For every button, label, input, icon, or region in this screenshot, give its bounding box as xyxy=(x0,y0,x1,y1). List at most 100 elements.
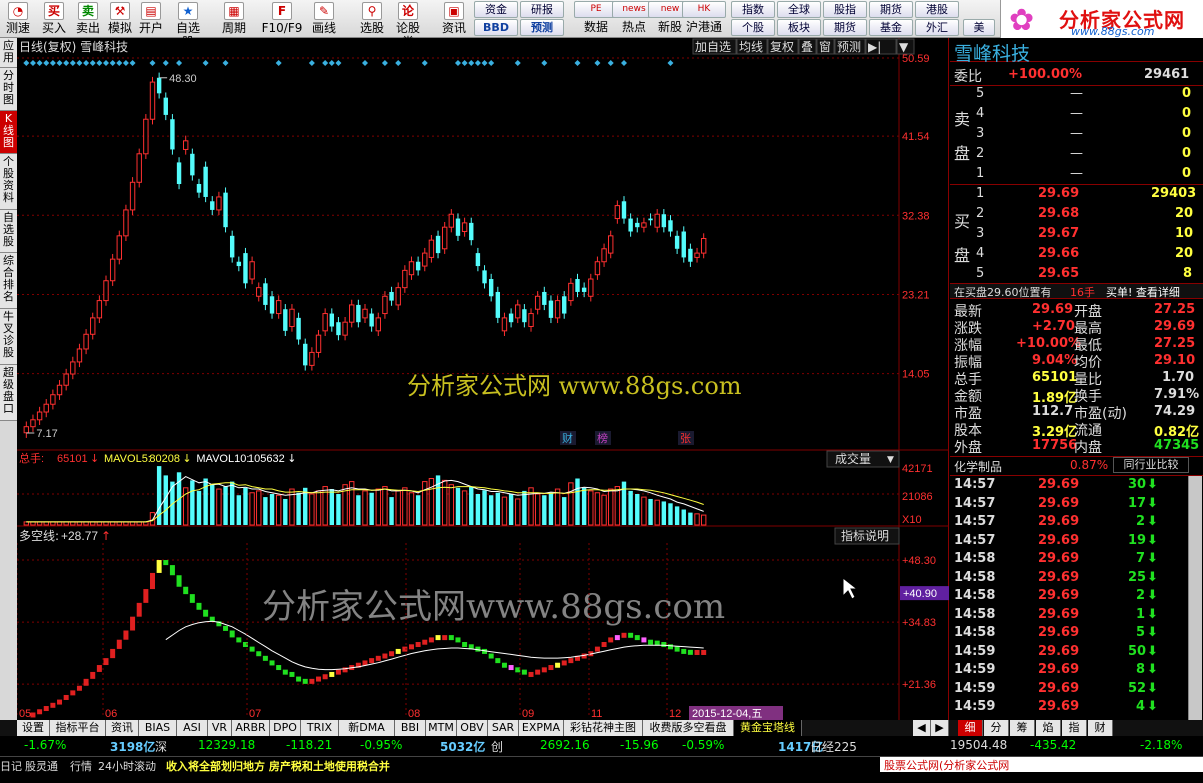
right-tab-5[interactable]: 财 xyxy=(1088,720,1113,736)
right-tab-4[interactable]: 指 xyxy=(1062,720,1087,736)
signal-diamond xyxy=(63,60,70,66)
toolbar-mid-bottom-0[interactable]: BBD xyxy=(474,19,518,36)
toolbar-button-11[interactable]: ▣ 资讯 xyxy=(438,0,470,38)
left-tab-0[interactable]: 应用 xyxy=(0,38,17,68)
candle xyxy=(375,317,381,332)
indicator-tab-2[interactable]: 资讯 xyxy=(106,720,139,736)
indicator-tab-10[interactable]: BBI xyxy=(395,720,426,736)
indicator-tab-11[interactable]: MTM xyxy=(426,720,457,736)
status-link-2[interactable]: 行情 xyxy=(70,758,92,774)
indicator-tab-8[interactable]: TRIX xyxy=(301,720,339,736)
tick-volume: 19 xyxy=(1128,532,1147,548)
status-link-0[interactable]: 日记 xyxy=(0,758,22,774)
toolbar-button-1[interactable]: 买买入 xyxy=(38,0,70,38)
news-headline[interactable]: 收入将全部划归地方 房产税和土地使用税合并 xyxy=(166,758,390,774)
indicator-tab-1[interactable]: 指标平台 xyxy=(50,720,106,736)
toolbar-button-7[interactable]: F F10/F9 xyxy=(258,0,306,38)
right-tab-1[interactable]: 分 xyxy=(984,720,1009,736)
indicator-tab-17[interactable]: 黄金宝塔线 xyxy=(734,720,802,736)
candle xyxy=(223,192,228,228)
signal-diamond xyxy=(541,60,548,66)
right-tab-0[interactable]: 细 xyxy=(958,720,983,736)
volume-bar xyxy=(654,499,660,526)
candle xyxy=(143,118,149,155)
left-tab-5[interactable]: 综合排名 xyxy=(0,253,17,309)
left-tab-2[interactable]: K线图 xyxy=(0,111,17,154)
signal-diamond xyxy=(43,60,50,66)
big-order-link[interactable]: 买单! 查看详细 xyxy=(1106,284,1180,300)
market-button-1-3[interactable]: 基金 xyxy=(869,19,913,36)
indicator-tab-14[interactable]: EXPMA xyxy=(519,720,564,736)
left-tab-4[interactable]: 自选股 xyxy=(0,210,17,253)
left-tab-7[interactable]: 超级盘口 xyxy=(0,365,17,421)
indicator-tab-6[interactable]: ARBR xyxy=(232,720,270,736)
volume-bar xyxy=(554,488,561,526)
market-button-1-4[interactable]: 外汇 xyxy=(915,19,959,36)
toolbar-button-2[interactable]: 卖卖出 xyxy=(72,0,104,38)
indicator-tab-0[interactable]: 设置 xyxy=(17,720,50,736)
market-button-0-0[interactable]: 指数 xyxy=(731,1,775,18)
market-button-1-1[interactable]: 板块 xyxy=(777,19,821,36)
indicator-tab-16[interactable]: 收费版多空看盘 xyxy=(643,720,734,736)
toolbar-mid-top-1[interactable]: 研报 xyxy=(520,1,564,18)
volume-bar xyxy=(229,481,235,525)
right-tab-2[interactable]: 筹 xyxy=(1010,720,1035,736)
market-button-0-2[interactable]: 股指 xyxy=(823,1,867,18)
candle xyxy=(315,334,322,353)
indicator-tab-4[interactable]: ASI xyxy=(177,720,208,736)
sector-compare-button[interactable]: 同行业比较 xyxy=(1113,457,1189,473)
indicator-tab-5[interactable]: VR xyxy=(208,720,232,736)
indicator-value: +28.77 xyxy=(61,529,98,543)
tower-block xyxy=(322,674,328,680)
market-button-0-1[interactable]: 全球 xyxy=(777,1,821,18)
right-ad[interactable]: 股票公式网(分析家公式网 xyxy=(880,757,1203,772)
toolbar-button-9[interactable]: ⚲ 选股 xyxy=(356,0,388,38)
toolbar-button-label: 模拟 xyxy=(107,21,132,35)
toolbar-button-10[interactable]: 论论股堂 xyxy=(392,0,424,49)
weicha-value: 29461 xyxy=(1144,67,1190,82)
indicator-tab-9[interactable]: 新DMA xyxy=(339,720,395,736)
candle xyxy=(329,313,334,327)
toolbar-mid-top-0[interactable]: 资金 xyxy=(474,1,518,18)
candle xyxy=(203,166,208,197)
toolbar-mid-top-5[interactable]: HK xyxy=(682,1,726,18)
toolbar-button-8[interactable]: ✎ 画线 xyxy=(308,0,340,38)
market-button-0-4[interactable]: 港股 xyxy=(915,1,959,18)
index-ticker-item: -2.18% xyxy=(1140,738,1183,752)
indicator-tab-7[interactable]: DPO xyxy=(270,720,301,736)
indicator-tab-12[interactable]: OBV xyxy=(457,720,488,736)
tick-volume: 50 xyxy=(1128,643,1147,659)
left-tab-6[interactable]: 牛叉诊股 xyxy=(0,309,17,365)
market-button-0-3[interactable]: 期货 xyxy=(869,1,913,18)
tick-volume: 25 xyxy=(1128,569,1147,585)
left-tab-3[interactable]: 个股资料 xyxy=(0,154,17,210)
toolbar-button-0[interactable]: ◔ 测速 xyxy=(2,0,34,38)
indicator-tab-13[interactable]: SAR xyxy=(488,720,519,736)
toolbar-button-6[interactable]: ▦ 周期 xyxy=(218,0,250,38)
signal-diamond xyxy=(454,60,461,66)
market-button-extra[interactable]: 美 xyxy=(963,19,995,36)
status-link-1[interactable]: 股灵通 xyxy=(25,758,58,774)
tower-block xyxy=(408,644,414,650)
toolbar-button-5[interactable]: ★自选股 xyxy=(172,0,204,49)
toolbar-button-4[interactable]: ▤ 开户 xyxy=(135,0,167,38)
kline-chart[interactable]: 50.59 41.54 32.38 23.21 14.05 日线(复权) 雪峰科技 加自选均… xyxy=(17,38,949,720)
toolbar-mid-bottom-1[interactable]: 预测 xyxy=(520,19,564,36)
status-link-3[interactable]: 24小时滚动 xyxy=(98,758,156,774)
tick-time: 14:58 xyxy=(954,625,996,640)
market-button-1-2[interactable]: 期货 xyxy=(823,19,867,36)
toolbar-button-3[interactable]: ⚒ 模拟 xyxy=(104,0,136,38)
tower-block xyxy=(681,648,687,654)
candle xyxy=(648,218,653,221)
tick-scrollbar[interactable] xyxy=(1188,476,1202,720)
tab-scroll-right-icon[interactable]: ▶ xyxy=(931,720,949,736)
market-button-1-0[interactable]: 个股 xyxy=(731,19,775,36)
right-tab-3[interactable]: 焰 xyxy=(1036,720,1061,736)
tick-price: 29.69 xyxy=(1038,532,1080,548)
tab-scroll-left-icon[interactable]: ◀ xyxy=(913,720,931,736)
indicator-tab-15[interactable]: 彩钻花神主图 xyxy=(564,720,643,736)
indicator-tab-3[interactable]: BIAS xyxy=(139,720,177,736)
left-tab-1[interactable]: 分时图 xyxy=(0,68,17,111)
candle xyxy=(700,238,707,254)
indicator-tab-label: EXPMA xyxy=(521,721,561,734)
